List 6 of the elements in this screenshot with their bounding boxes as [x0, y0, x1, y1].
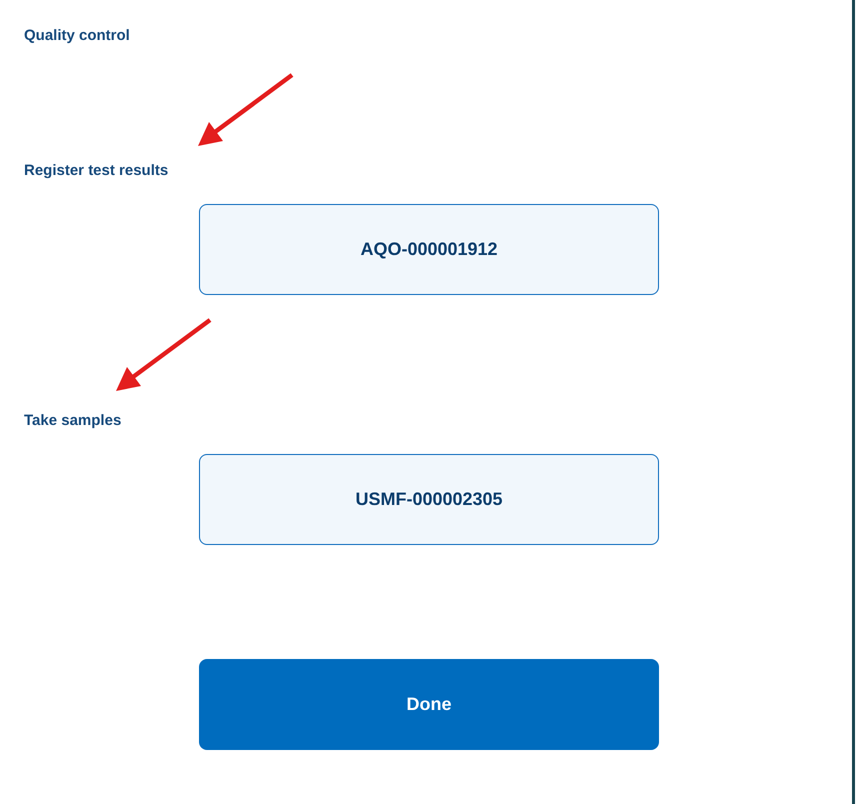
section-heading: Take samples [24, 411, 122, 431]
done-button[interactable]: Done [199, 659, 659, 750]
order-number-button[interactable]: AQO-000001912 [199, 204, 659, 295]
section-heading: Register test results [24, 161, 168, 181]
section-heading: Quality control [24, 26, 130, 46]
order-number-button[interactable]: USMF-000002305 [199, 454, 659, 545]
